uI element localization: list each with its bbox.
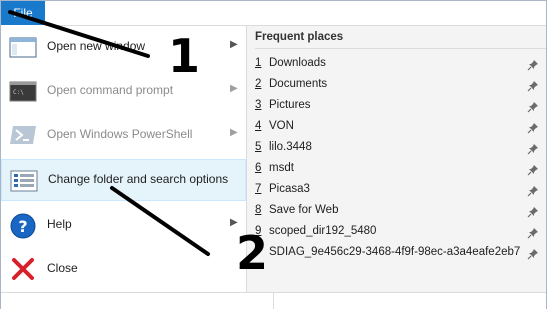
pin-icon[interactable] <box>527 226 539 239</box>
pin-icon[interactable] <box>527 58 539 71</box>
frequent-place-item[interactable]: 5 lilo.3448 <box>247 138 547 159</box>
frequent-place-item[interactable]: 3 Pictures <box>247 96 547 117</box>
item-name: Save for Web <box>269 204 339 216</box>
ribbon-strip <box>45 1 546 26</box>
menu-item-label: Help <box>47 217 72 231</box>
item-number: 2 <box>255 78 262 90</box>
frequent-place-item[interactable]: 1 Downloads <box>247 54 547 75</box>
frequent-place-item[interactable]: 2 Documents <box>247 75 547 96</box>
item-number: 1 <box>255 57 262 69</box>
item-name: Picasa3 <box>269 183 310 195</box>
frequent-places-title: Frequent places <box>255 31 344 43</box>
file-menu-commands: Open new window ▶ C:\ Open command promp… <box>1 26 246 292</box>
checklist-icon <box>10 169 38 193</box>
window-icon <box>9 35 37 59</box>
item-name: Pictures <box>269 99 311 111</box>
powershell-icon <box>9 123 37 147</box>
pin-icon[interactable] <box>527 121 539 134</box>
chevron-right-icon: ▶ <box>230 127 238 138</box>
frequent-place-item[interactable]: 7 Picasa3 <box>247 180 547 201</box>
menu-item-folder-options[interactable]: Change folder and search options <box>1 159 246 201</box>
help-icon: ? <box>9 213 37 239</box>
item-name: Downloads <box>269 57 326 69</box>
menu-item-close[interactable]: Close <box>1 248 246 290</box>
annotation-number: 1 <box>168 29 201 83</box>
item-number: 6 <box>255 162 262 174</box>
item-number: 8 <box>255 204 262 216</box>
item-name: msdt <box>269 162 294 174</box>
status-bar <box>1 292 546 309</box>
item-name: lilo.3448 <box>269 141 312 153</box>
pin-icon[interactable] <box>527 184 539 197</box>
menu-item-label: Close <box>47 261 78 275</box>
item-number: 7 <box>255 183 262 195</box>
pin-icon[interactable] <box>527 163 539 176</box>
menu-item-help[interactable]: ? Help ▶ <box>1 204 246 246</box>
menu-item-open-powershell[interactable]: Open Windows PowerShell ▶ <box>1 114 246 156</box>
frequent-place-item[interactable]: 4 VON <box>247 117 547 138</box>
menu-item-label: Open new window <box>47 39 146 53</box>
menu-item-label: Open Windows PowerShell <box>47 127 193 141</box>
menu-item-open-command-prompt[interactable]: C:\ Open command prompt ▶ <box>1 70 246 112</box>
divider <box>255 48 546 49</box>
item-name: scoped_dir192_5480 <box>269 225 377 237</box>
item-number: 4 <box>255 120 262 132</box>
frequent-places-pane: Frequent places 1 Downloads 2 Documents … <box>247 26 546 292</box>
menu-item-label: Change folder and search options <box>48 172 229 186</box>
item-number: 3 <box>255 99 262 111</box>
pin-icon[interactable] <box>527 100 539 113</box>
svg-text:C:\: C:\ <box>13 89 24 96</box>
pin-icon[interactable] <box>527 79 539 92</box>
frequent-place-item[interactable]: 9 scoped_dir192_5480 <box>247 222 547 243</box>
close-icon <box>9 257 37 281</box>
chevron-right-icon: ▶ <box>230 39 238 50</box>
menu-item-open-new-window[interactable]: Open new window ▶ <box>1 26 246 68</box>
item-number: 5 <box>255 141 262 153</box>
item-name: SDIAG_9e456c29-3468-4f9f-98ec-a3a4eafe2e… <box>269 246 521 258</box>
file-tab[interactable]: File <box>1 1 45 25</box>
item-name: Documents <box>269 78 328 90</box>
item-name: VON <box>269 120 294 132</box>
file-menu-window: File Open new window ▶ C:\ Open command … <box>0 0 547 309</box>
svg-text:?: ? <box>18 217 27 236</box>
divider <box>273 293 274 309</box>
command-prompt-icon: C:\ <box>9 79 37 103</box>
pin-icon[interactable] <box>527 205 539 218</box>
menu-item-label: Open command prompt <box>47 83 174 97</box>
frequent-place-item[interactable]: 8 Save for Web <box>247 201 547 222</box>
frequent-place-item[interactable]: 6 msdt <box>247 159 547 180</box>
chevron-right-icon: ▶ <box>230 83 238 94</box>
frequent-place-item[interactable]: SDIAG_9e456c29-3468-4f9f-98ec-a3a4eafe2e… <box>247 243 547 264</box>
pin-icon[interactable] <box>527 247 539 260</box>
annotation-number: 2 <box>236 226 269 280</box>
pin-icon[interactable] <box>527 142 539 155</box>
